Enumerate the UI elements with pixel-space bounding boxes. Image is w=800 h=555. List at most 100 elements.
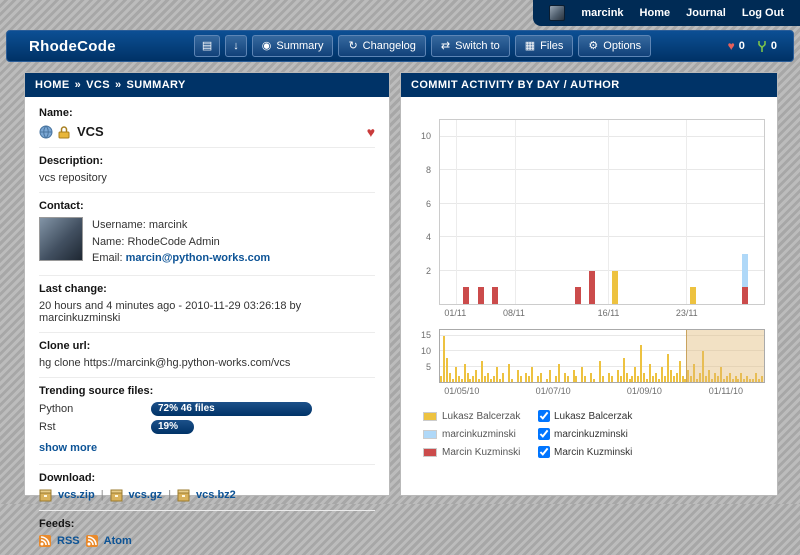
contact-username: Username: marcink [92,217,270,234]
legend-swatch [423,430,437,439]
forks-counter[interactable]: 0 [757,40,777,53]
rss-icon [39,535,51,547]
page-icon: ▤ [202,41,212,52]
legend-label: Lukasz Balcerzak [442,411,538,422]
separator: | [101,489,104,501]
legend-row: marcinkuzminski marcinkuzminski [423,425,767,443]
options-label: Options [603,40,641,52]
commit-activity-body: 246810 01/1108/1116/1123/11 51015 01/05/… [401,97,777,461]
home-link[interactable]: Home [640,7,671,19]
repo-type-icon [39,125,53,139]
contact-section: Contact: Username: marcink Name: RhodeCo… [39,193,375,276]
legend-row: Lukasz Balcerzak Lukasz Balcerzak [423,407,767,425]
chart-legend: Lukasz Balcerzak Lukasz Balcerzak marcin… [423,407,767,461]
files-icon: ▦ [525,41,535,52]
logout-link[interactable]: Log Out [742,7,784,19]
contact-email-link[interactable]: marcin@python-works.com [126,252,271,264]
legend-swatch [423,448,437,457]
legend-label: Marcin Kuzminski [442,447,538,458]
followers-counter[interactable]: ♥ 0 [728,40,745,52]
trending-label: Trending source files: [39,385,375,397]
repo-counters: ♥ 0 0 [728,40,777,53]
trend-bar-rst: 19% [151,420,194,434]
overview-chart-xlabels: 01/05/1001/07/1001/09/1001/11/10 [439,383,765,397]
description-text: vcs repository [39,172,375,184]
commit-activity-title: COMMIT ACTIVITY BY DAY / AUTHOR [401,73,777,97]
breadcrumb: HOME » VCS » SUMMARY [25,73,389,97]
user-avatar[interactable] [549,5,565,21]
legend-checkbox[interactable] [538,428,550,440]
changelog-button[interactable]: ↻ Changelog [338,35,425,57]
feeds-label: Feeds: [39,518,375,530]
commit-activity-panel: COMMIT ACTIVITY BY DAY / AUTHOR 246810 0… [400,72,778,496]
switch-icon: ⇄ [441,41,450,52]
summary-icon: ◉ [262,41,272,52]
legend-checkbox-label: Lukasz Balcerzak [554,411,632,422]
last-change-section: Last change: 20 hours and 4 minutes ago … [39,276,375,333]
breadcrumb-home[interactable]: HOME [35,79,70,91]
rss-feed-link[interactable]: RSS [57,535,80,547]
atom-feed-link[interactable]: Atom [104,535,132,547]
fork-icon [757,40,767,53]
download-zip-link[interactable]: vcs.zip [58,489,95,501]
archive-icon [177,489,190,502]
description-section: Description: vcs repository [39,148,375,193]
legend-swatch [423,412,437,421]
overview-chart-ylabels: 51015 [411,329,435,383]
description-label: Description: [39,155,375,167]
repo-name: VCS [77,124,104,139]
changelog-icon: ↻ [348,41,357,52]
show-more-link[interactable]: show more [39,442,97,454]
clone-url-label: Clone url: [39,340,375,352]
contact-label: Contact: [39,200,375,212]
download-gz-link[interactable]: vcs.gz [129,489,163,501]
contact-name: Name: RhodeCode Admin [92,234,270,251]
summary-panel: HOME » VCS » SUMMARY Name: VCS ♥ Descri [24,72,390,496]
repo-page-button[interactable]: ▤ [194,35,220,57]
files-label: Files [540,40,563,52]
brand-logo[interactable]: RhodeCode [29,38,116,55]
download-button[interactable]: ↓ [225,35,247,57]
switch-to-button[interactable]: ⇄ Switch to [431,35,510,57]
trending-section: Trending source files: Python 72% 46 fil… [39,378,375,465]
clone-url-section: Clone url: hg clone https://marcink@hg.p… [39,333,375,378]
download-icon: ↓ [233,41,239,52]
legend-checkbox[interactable] [538,446,550,458]
atom-icon [86,535,98,547]
last-change-label: Last change: [39,283,375,295]
follow-heart-icon[interactable]: ♥ [367,125,375,139]
journal-link[interactable]: Journal [686,7,726,19]
breadcrumb-section: SUMMARY [127,79,186,91]
summary-label: Summary [276,40,323,52]
name-label: Name: [39,107,375,119]
summary-button[interactable]: ◉ Summary [252,35,334,57]
contact-email-label: Email: [92,252,123,264]
last-change-text: 20 hours and 4 minutes ago - 2010-11-29 … [39,300,375,324]
files-button[interactable]: ▦ Files [515,35,574,57]
heart-icon: ♥ [728,40,735,52]
trend-row-rst: Rst 19% [39,420,375,434]
summary-body: Name: VCS ♥ Description: vcs repository … [25,97,389,555]
overview-chart-plot[interactable] [439,329,765,383]
clone-url-text: hg clone https://marcink@hg.python-works… [39,357,375,369]
legend-checkbox[interactable] [538,410,550,422]
download-bz2-link[interactable]: vcs.bz2 [196,489,236,501]
download-label: Download: [39,472,375,484]
legend-row: Marcin Kuzminski Marcin Kuzminski [423,443,767,461]
trend-bar-python: 72% 46 files [151,402,312,416]
legend-checkbox-label: marcinkuzminski [554,429,628,440]
archive-icon [110,489,123,502]
breadcrumb-separator: » [75,79,82,91]
contact-avatar [39,217,83,261]
main-chart-ylabels: 246810 [411,119,435,305]
commit-activity-title-text: COMMIT ACTIVITY BY DAY / AUTHOR [411,79,620,91]
options-icon: ⚙ [588,41,598,52]
overview-chart: 51015 01/05/1001/07/1001/09/1001/11/10 [439,329,765,397]
options-button[interactable]: ⚙ Options [578,35,651,57]
followers-count: 0 [739,40,745,52]
main-chart: 246810 01/1108/1116/1123/11 [439,119,765,319]
username-link[interactable]: marcink [581,7,623,19]
breadcrumb-repo[interactable]: VCS [86,79,110,91]
main-chart-plot[interactable] [439,119,765,305]
main-chart-xlabels: 01/1108/1116/1123/11 [439,305,765,319]
